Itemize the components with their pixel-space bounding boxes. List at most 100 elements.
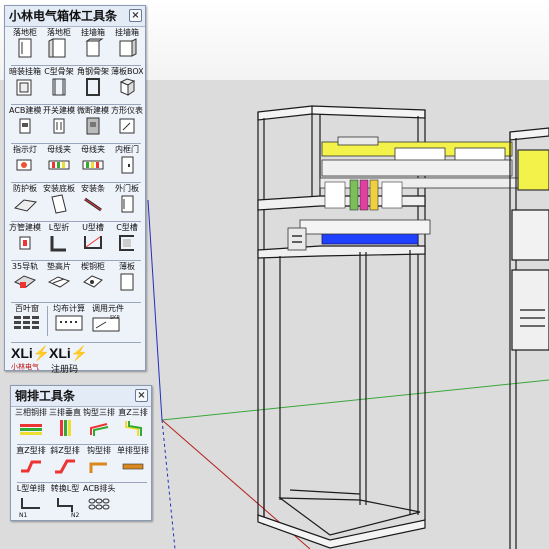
distribute-button[interactable]: 均布计算 [49, 304, 89, 338]
brand-logo-1[interactable]: XLi⚡ [11, 345, 50, 362]
tool-button[interactable]: 暗装挂箱 [9, 67, 41, 104]
tool-label: C型槽 [116, 223, 138, 232]
register-label[interactable]: 注册码 [51, 362, 78, 375]
tool-button[interactable]: 三排垂直 [49, 408, 81, 444]
tool-button[interactable]: 安装条 [77, 184, 109, 221]
tool-button[interactable]: 垫高片 [43, 262, 75, 299]
angle-frame-icon [86, 78, 100, 96]
tool-label: 方管建模 [9, 223, 41, 232]
tool-button[interactable]: 母线夹 [77, 145, 109, 182]
busbar-toolbar[interactable]: 铜排工具条 × 三相铜排 三排垂直 钩型三排 直Z三排直Z型排 斜Z型排 钩型排 单排型排 L… [10, 385, 152, 521]
tool-button[interactable]: 转换L型 N2 [49, 484, 81, 520]
tool-button[interactable]: 落地柜 [43, 28, 75, 65]
tool-label: 角钢骨架 [77, 67, 109, 76]
meter-icon [119, 118, 135, 134]
tool-label: L型折 [48, 223, 70, 232]
din-rail-icon [13, 275, 37, 288]
thin-box-icon [119, 78, 136, 96]
tool-button[interactable]: 三相铜排 [15, 408, 47, 444]
tool-label: 开关建模 [43, 106, 75, 115]
distribute-icon [55, 315, 83, 331]
tool-button[interactable]: 落地柜 [9, 28, 41, 65]
brand-text: XLi [11, 345, 33, 361]
inner-door-icon [121, 156, 134, 174]
tool-label: 三相铜排 [15, 408, 47, 417]
tool-button[interactable]: ACB排头 [83, 484, 115, 520]
flush-box-icon [16, 79, 32, 96]
tool-button[interactable]: 方形仪表 [111, 106, 143, 143]
tool-button[interactable]: 微断建模 [77, 106, 109, 143]
vent-button[interactable]: 百叶窗 [9, 304, 45, 338]
guard-plate-icon [13, 199, 38, 212]
tool-label: 挂墙箱 [81, 28, 105, 37]
tool-button[interactable]: 钩型排 [83, 446, 115, 482]
tool-button[interactable]: 指示灯 [9, 145, 41, 182]
separator [17, 444, 147, 445]
close-button[interactable]: × [135, 389, 148, 402]
toolbar-title[interactable]: 小林电气箱体工具条 × [5, 6, 145, 27]
tool-label: 母线夹 [47, 145, 71, 154]
tool-button[interactable]: U型槽 [77, 223, 109, 260]
tool-label: 直Z型排 [16, 446, 46, 455]
tool-label: 指示灯 [13, 145, 37, 154]
tool-button[interactable]: L型单排 N1 [15, 484, 47, 520]
tool-label: 钩型三排 [83, 408, 115, 417]
tool-button[interactable]: 开关建模 [43, 106, 75, 143]
tool-label: 转换L型 [50, 484, 80, 493]
tool-label: 楔铜柜 [81, 262, 105, 271]
tool-button[interactable]: 安装底板 [43, 184, 75, 221]
tool-button[interactable]: 方管建模 [9, 223, 41, 260]
separator [11, 104, 141, 105]
tool-label: C型骨架 [44, 67, 74, 76]
mounting-strip-icon [84, 197, 102, 212]
copper-cabinet-icon [83, 275, 103, 288]
acb-icon [19, 118, 31, 134]
tool-button[interactable]: 楔铜柜 [77, 262, 109, 299]
tool-button[interactable]: 角钢骨架 [77, 67, 109, 104]
louver-icon [14, 316, 39, 329]
brand-text: XLi [49, 345, 71, 361]
tool-button[interactable]: 钩型三排 [83, 408, 115, 444]
tool-label: 落地柜 [47, 28, 71, 37]
tool-button[interactable]: 35导轨 [9, 262, 41, 299]
tool-button[interactable]: 单排型排 [117, 446, 149, 482]
tool-button[interactable]: 薄板BOX [111, 67, 143, 104]
indicator-icon [16, 159, 32, 171]
tool-button[interactable]: 斜Z型排 [49, 446, 81, 482]
tool-label: L型单排 [16, 484, 46, 493]
tool-button[interactable]: L型折 [43, 223, 75, 260]
tool-button[interactable]: 直Z型排 [15, 446, 47, 482]
brand-logo-2[interactable]: XLi⚡ [49, 345, 88, 362]
tool-label: 暗装挂箱 [9, 67, 41, 76]
tool-sub-label: N1 [19, 512, 28, 519]
spacer-icon [47, 276, 71, 288]
tool-label: 35导轨 [11, 262, 39, 271]
component-icon: SKP [92, 315, 120, 332]
tool-button[interactable]: 防护板 [9, 184, 41, 221]
electrical-cabinet-toolbar[interactable]: 小林电气箱体工具条 × 落地柜 落地柜 挂墙箱 挂墙箱暗装挂箱 C型骨架 角钢骨架 薄板BO… [4, 5, 146, 375]
toolbar-title-text: 铜排工具条 [15, 389, 76, 403]
component-sub: SKP [110, 315, 119, 321]
tool-label: 直Z三排 [118, 408, 148, 417]
tool-button[interactable]: 外门板 [111, 184, 143, 221]
close-button[interactable]: × [129, 9, 142, 22]
tool-button[interactable]: ACB建模 [9, 106, 41, 143]
tool-button[interactable]: 直Z三排 [117, 408, 149, 444]
c-frame-icon [52, 78, 66, 96]
tool-button[interactable]: C型骨架 [43, 67, 75, 104]
tool-button[interactable]: 内框门 [111, 145, 143, 182]
outer-door-icon [121, 195, 134, 213]
separator [11, 182, 141, 183]
tool-button[interactable]: C型槽 [111, 223, 143, 260]
tool-button[interactable]: 挂墙箱 [77, 28, 109, 65]
separator [11, 143, 141, 144]
separator [47, 306, 48, 336]
component-button[interactable]: 调用元件 SKP [89, 304, 127, 338]
toolbar-title-text: 小林电气箱体工具条 [9, 9, 118, 23]
tool-button[interactable]: 母线夹 [43, 145, 75, 182]
toolbar-title[interactable]: 铜排工具条 × [11, 386, 151, 407]
tool-button[interactable]: 挂墙箱 [111, 28, 143, 65]
component-label: 调用元件 [92, 304, 124, 313]
tool-button[interactable]: 薄板 [111, 262, 143, 299]
separator [17, 482, 147, 483]
